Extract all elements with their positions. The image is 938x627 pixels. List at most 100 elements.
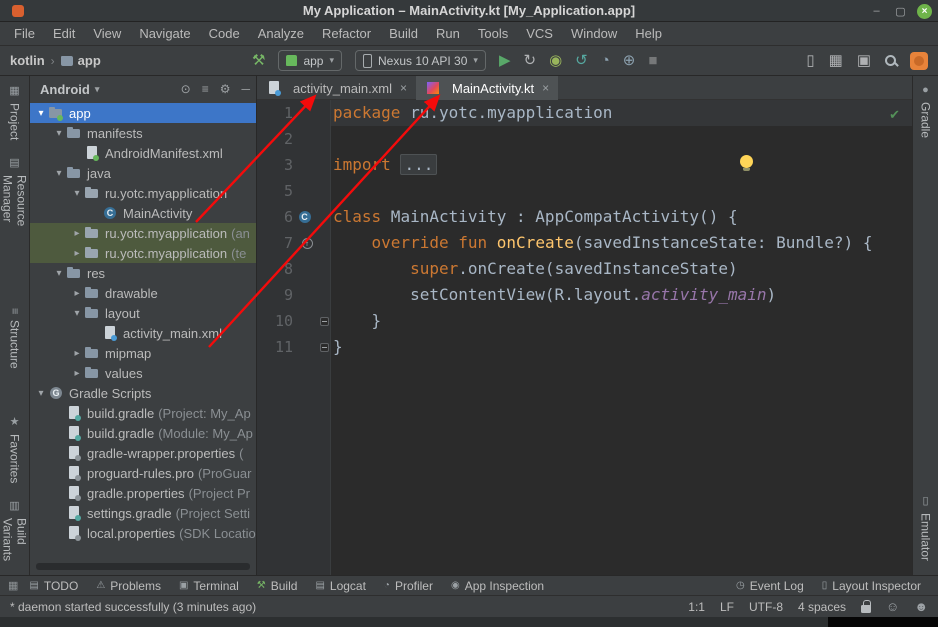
chevron-down-icon[interactable]: ▾ [52,128,66,139]
tool-button-gradle[interactable]: ●Gradle [919,84,933,138]
breadcrumb-item-kotlin[interactable]: kotlin [10,53,45,68]
tree-item-proguard-rules-pro-proguar[interactable]: proguard-rules.pro (ProGuar [30,463,256,483]
menu-item-run[interactable]: Run [427,22,469,46]
sync-project-icon[interactable]: ↺ [575,53,588,68]
tool-button-build-variants[interactable]: ▥Build Variants [1,499,29,575]
debug-icon[interactable]: ◉ [549,53,562,68]
avatar[interactable] [910,52,928,70]
tree-item-mainactivity[interactable]: CMainActivity [30,203,256,223]
tree-item-ru-yotc-myapplication-an[interactable]: ▸ru.yotc.myapplication (an [30,223,256,243]
apply-changes-icon[interactable]: ↻ [523,53,536,68]
build-hammer-icon[interactable]: ⚒ [252,53,265,68]
close-icon[interactable]: × [400,81,407,95]
tree-item-gradle-properties-project-pr[interactable]: gradle.properties (Project Pr [30,483,256,503]
menu-item-refactor[interactable]: Refactor [313,22,380,46]
tree-item-gradle-wrapper-properties[interactable]: gradle-wrapper.properties ( [30,443,256,463]
tool-button-emulator[interactable]: ▯Emulator [919,494,933,561]
tree-item-values[interactable]: ▸values [30,363,256,383]
chevron-down-icon[interactable]: ▾ [70,308,84,319]
chevron-down-icon[interactable]: ▾ [34,108,48,119]
fold-marker-icon[interactable] [320,343,329,352]
tree-item-gradle-scripts[interactable]: ▾GGradle Scripts [30,383,256,403]
tool-button-project[interactable]: ▦Project [8,84,22,140]
device-manager-icon[interactable]: ▯ [806,53,814,68]
class-gutter-icon[interactable]: C [297,204,317,230]
tree-item-mipmap[interactable]: ▸mipmap [30,343,256,363]
tree-item-app[interactable]: ▾app [30,103,256,123]
minimize-button[interactable]: – [869,4,884,19]
profiler-icon[interactable]: ◔ [601,53,610,68]
tree-item-res[interactable]: ▾res [30,263,256,283]
tree-item-build-gradle-project-my-ap[interactable]: build.gradle (Project: My_Ap [30,403,256,423]
tool-window-switcher-icon[interactable]: ▦ [8,579,18,592]
code-line-8[interactable]: 8 super.onCreate(savedInstanceState) [257,256,912,282]
menu-item-analyze[interactable]: Analyze [249,22,313,46]
sdk-manager-icon[interactable]: ▣ [857,53,871,68]
code-line-1[interactable]: 1package ru.yotc.myapplication [257,100,912,126]
readonly-lock-icon[interactable] [861,605,871,613]
stop-icon[interactable]: ■ [648,53,657,68]
menu-item-file[interactable]: File [5,22,44,46]
tree-item-build-gradle-module-my-ap[interactable]: build.gradle (Module: My_Ap [30,423,256,443]
avd-manager-icon[interactable]: ▦ [829,53,843,68]
tool-button-favorites[interactable]: ★Favorites [8,415,22,483]
tool-button-logcat[interactable]: ▤Logcat [306,576,374,596]
hide-panel-icon[interactable]: ─ [241,82,250,96]
tree-item-manifests[interactable]: ▾manifests [30,123,256,143]
code-line-10[interactable]: 10 } [257,308,912,334]
tree-item-androidmanifest-xml[interactable]: AndroidManifest.xml [30,143,256,163]
line-separator[interactable]: LF [720,600,734,614]
maximize-button[interactable]: ▢ [893,4,908,19]
chevron-right-icon[interactable]: ▸ [70,348,84,359]
indent-config[interactable]: 4 spaces [798,600,846,614]
window-menu-icon[interactable] [12,5,24,17]
chevron-right-icon[interactable]: ▸ [70,288,84,299]
menu-item-help[interactable]: Help [626,22,671,46]
tree-item-local-properties-sdk-locatio[interactable]: local.properties (SDK Locatio [30,523,256,543]
menu-item-tools[interactable]: Tools [469,22,517,46]
chevron-down-icon[interactable]: ▾ [52,168,66,179]
tool-button-structure[interactable]: ≡Structure [8,308,22,369]
close-icon[interactable]: × [542,81,549,95]
chevron-down-icon[interactable]: ▾ [70,188,84,199]
tree-item-activity-main-xml[interactable]: activity_main.xml [30,323,256,343]
project-view-selector[interactable]: Android ▾ [40,82,99,97]
menu-item-edit[interactable]: Edit [44,22,84,46]
code-line-7[interactable]: 7↑ override fun onCreate(savedInstanceSt… [257,230,912,256]
menu-item-code[interactable]: Code [200,22,249,46]
tool-button-app-inspection[interactable]: ◉App Inspection [442,576,553,596]
tree-item-drawable[interactable]: ▸drawable [30,283,256,303]
menu-item-navigate[interactable]: Navigate [130,22,199,46]
tool-button-problems[interactable]: ⚠Problems [87,576,170,596]
tool-button-build[interactable]: ⚒Build [248,576,307,596]
tool-button-profiler[interactable]: ◔Profiler [375,576,442,596]
code-line-11[interactable]: 11} [257,334,912,360]
tree-item-java[interactable]: ▾java [30,163,256,183]
code-line-2[interactable]: 2 [257,126,912,152]
tool-button-resource-manager[interactable]: ▤Resource Manager [1,156,29,255]
collapse-all-icon[interactable]: ≡ [202,82,209,96]
chevron-down-icon[interactable]: ▾ [34,388,48,399]
search-everywhere-icon[interactable] [885,55,896,66]
code-line-5[interactable]: 5 [257,178,912,204]
code-line-3[interactable]: 3import ... [257,152,912,178]
file-encoding[interactable]: UTF-8 [749,600,783,614]
close-button[interactable]: × [917,4,932,19]
chevron-right-icon[interactable]: ▸ [70,248,84,259]
attach-debugger-icon[interactable]: ⊕ [623,53,636,68]
tree-item-settings-gradle-project-setti[interactable]: settings.gradle (Project Setti [30,503,256,523]
fold-marker-icon[interactable] [320,317,329,326]
run-config-selector[interactable]: app▾ [278,50,342,71]
settings-gear-icon[interactable]: ⚙ [220,82,231,96]
device-selector[interactable]: Nexus 10 API 30▾ [355,50,486,71]
tab-activity-main-xml[interactable]: activity_main.xml× [257,76,416,100]
run-icon[interactable]: ▶ [499,53,511,68]
breadcrumb-item-app[interactable]: app [61,53,101,68]
status-message[interactable]: * daemon started successfully (3 minutes… [10,600,256,614]
chevron-down-icon[interactable]: ▾ [52,268,66,279]
chevron-right-icon[interactable]: ▸ [70,228,84,239]
project-hscrollbar[interactable] [36,563,250,570]
caret-position[interactable]: 1:1 [688,600,705,614]
tab-mainactivity-kt[interactable]: MainActivity.kt× [416,76,558,100]
menu-item-build[interactable]: Build [380,22,427,46]
